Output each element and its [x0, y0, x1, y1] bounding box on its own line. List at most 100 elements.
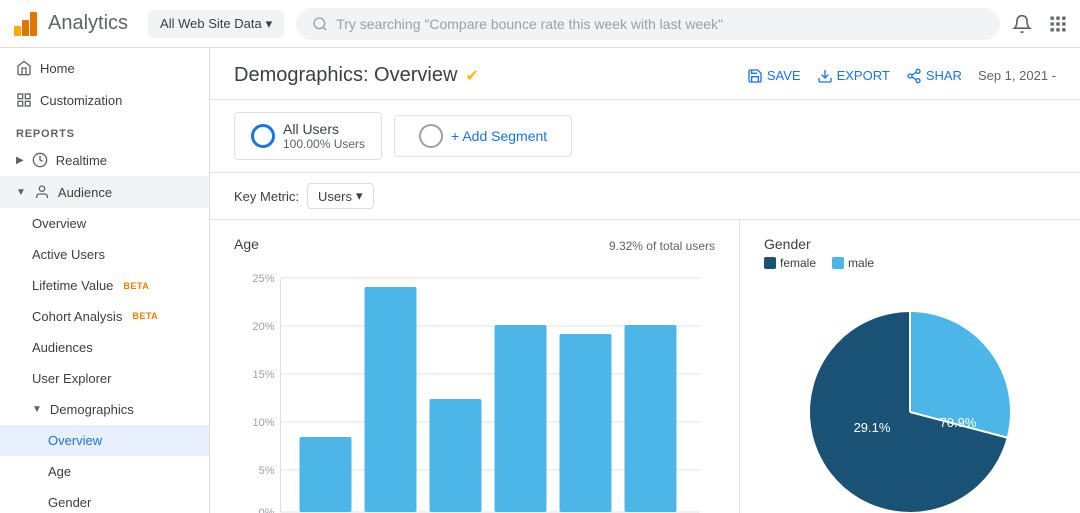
- add-segment-label: + Add Segment: [451, 128, 547, 144]
- metric-dropdown[interactable]: Users ▾: [307, 183, 373, 209]
- sidebar-item-cohort-analysis[interactable]: Cohort Analysis BETA: [0, 301, 209, 332]
- sidebar-item-audience[interactable]: ▼ Audience: [0, 176, 209, 208]
- audiences-label: Audiences: [32, 340, 93, 355]
- charts-area: Age 9.32% of total users 25% 20% 15% 10%…: [210, 220, 1080, 513]
- sidebar-item-customization[interactable]: Customization: [0, 84, 209, 116]
- save-icon: [747, 68, 763, 84]
- all-users-segment[interactable]: All Users 100.00% Users: [234, 112, 382, 160]
- metric-row: Key Metric: Users ▾: [210, 173, 1080, 220]
- segment-circle-icon: [251, 124, 275, 148]
- segment-name: All Users: [283, 121, 365, 137]
- logo-icon: [12, 10, 40, 38]
- demo-overview-label: Overview: [48, 433, 102, 448]
- date-range: Sep 1, 2021 -: [978, 68, 1056, 83]
- add-segment-button[interactable]: + Add Segment: [394, 115, 572, 157]
- expand-icon: ▶: [16, 155, 24, 166]
- share-button[interactable]: SHAR: [906, 68, 962, 84]
- export-icon: [817, 68, 833, 84]
- bar-35-44: [430, 399, 482, 512]
- customization-label: Customization: [40, 93, 122, 108]
- sidebar-item-audiences[interactable]: Audiences: [0, 332, 209, 363]
- sidebar-item-user-explorer[interactable]: User Explorer: [0, 363, 209, 394]
- share-icon: [906, 68, 922, 84]
- demo-collapse-icon: ▼: [32, 404, 42, 415]
- segment-info: All Users 100.00% Users: [283, 121, 365, 151]
- page-title-text: Demographics: Overview: [234, 64, 457, 87]
- svg-text:20%: 20%: [252, 321, 274, 333]
- sidebar-item-demo-age[interactable]: Age: [0, 456, 209, 487]
- legend-male: male: [832, 256, 874, 270]
- beta-badge-cohort: BETA: [132, 311, 158, 322]
- metric-dropdown-arrow-icon: ▾: [356, 188, 363, 204]
- sidebar-item-demographics[interactable]: ▼ Demographics: [0, 394, 209, 425]
- property-selector[interactable]: All Web Site Data ▾: [148, 10, 284, 38]
- female-label: female: [780, 256, 816, 270]
- demo-gender-label: Gender: [48, 495, 91, 510]
- person-icon: [34, 184, 50, 200]
- female-pct-label: 29.1%: [854, 420, 891, 435]
- customization-icon: [16, 92, 32, 108]
- gender-chart-title: Gender: [764, 236, 1056, 252]
- save-label: SAVE: [767, 68, 801, 83]
- search-placeholder: Try searching "Compare bounce rate this …: [336, 16, 723, 32]
- notification-icon[interactable]: [1012, 14, 1032, 34]
- home-label: Home: [40, 61, 75, 76]
- audience-label: Audience: [58, 185, 112, 200]
- svg-text:10%: 10%: [252, 417, 274, 429]
- sidebar: Home Customization REPORTS ▶ Realtime ▼ …: [0, 48, 210, 513]
- sidebar-item-home[interactable]: Home: [0, 52, 209, 84]
- svg-text:0%: 0%: [259, 507, 275, 513]
- home-icon: [16, 60, 32, 76]
- save-button[interactable]: SAVE: [747, 68, 801, 84]
- svg-text:5%: 5%: [259, 465, 275, 477]
- export-label: EXPORT: [837, 68, 890, 83]
- gender-chart-section: Gender female male: [740, 220, 1080, 513]
- dropdown-arrow-icon: ▾: [266, 16, 273, 32]
- sidebar-item-lifetime-value[interactable]: Lifetime Value BETA: [0, 270, 209, 301]
- overview-label: Overview: [32, 216, 86, 231]
- sidebar-item-active-users[interactable]: Active Users: [0, 239, 209, 270]
- cohort-analysis-label: Cohort Analysis: [32, 309, 122, 324]
- svg-text:15%: 15%: [252, 369, 274, 381]
- male-pct-label: 70.9%: [940, 415, 977, 430]
- gender-pie-svg: 29.1% 70.9%: [790, 292, 1030, 513]
- sidebar-item-overview[interactable]: Overview: [0, 208, 209, 239]
- verified-icon: ✔: [465, 66, 478, 86]
- reports-section-label: REPORTS: [0, 116, 209, 144]
- grid-apps-icon[interactable]: [1048, 14, 1068, 34]
- collapse-icon: ▼: [16, 187, 26, 198]
- pie-container: 29.1% 70.9%: [764, 282, 1056, 513]
- bar-18-24: [300, 437, 352, 512]
- body: Home Customization REPORTS ▶ Realtime ▼ …: [0, 48, 1080, 513]
- age-chart-title: Age: [234, 236, 259, 252]
- demographics-label: Demographics: [50, 402, 134, 417]
- header-actions-right: SAVE EXPORT SHAR Sep 1, 2021 -: [747, 68, 1056, 84]
- segment-sub: 100.00% Users: [283, 137, 365, 151]
- property-name: All Web Site Data: [160, 16, 262, 31]
- sidebar-item-demo-gender[interactable]: Gender: [0, 487, 209, 513]
- export-button[interactable]: EXPORT: [817, 68, 890, 84]
- gender-legend: female male: [764, 256, 1056, 270]
- main-header: Demographics: Overview ✔ SAVE EXPORT SHA…: [210, 48, 1080, 100]
- age-chart-svg: 25% 20% 15% 10% 5% 0%: [234, 268, 715, 513]
- segment-bar: All Users 100.00% Users + Add Segment: [210, 100, 1080, 173]
- bar-65plus: [625, 325, 677, 512]
- demo-age-label: Age: [48, 464, 71, 479]
- user-explorer-label: User Explorer: [32, 371, 111, 386]
- search-bar[interactable]: Try searching "Compare bounce rate this …: [296, 8, 1000, 40]
- header-actions: [1012, 14, 1068, 34]
- logo: Analytics: [12, 10, 128, 38]
- male-label: male: [848, 256, 874, 270]
- app-header: Analytics All Web Site Data ▾ Try search…: [0, 0, 1080, 48]
- sidebar-item-realtime[interactable]: ▶ Realtime: [0, 144, 209, 176]
- metric-value: Users: [318, 189, 352, 204]
- female-dot: [764, 257, 776, 269]
- lifetime-value-label: Lifetime Value: [32, 278, 113, 293]
- sidebar-item-demo-overview[interactable]: Overview: [0, 425, 209, 456]
- male-dot: [832, 257, 844, 269]
- clock-icon: [32, 152, 48, 168]
- main-content: Demographics: Overview ✔ SAVE EXPORT SHA…: [210, 48, 1080, 513]
- share-label: SHAR: [926, 68, 962, 83]
- realtime-label: Realtime: [56, 153, 107, 168]
- bar-45-54: [495, 325, 547, 512]
